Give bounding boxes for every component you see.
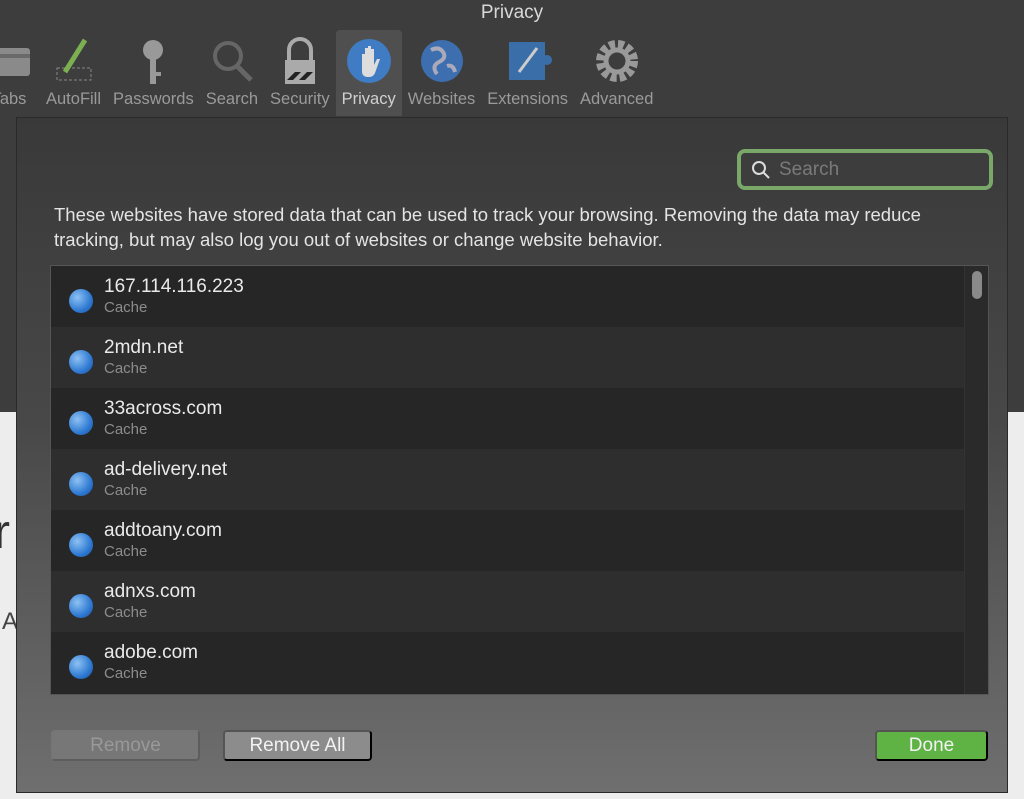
- window-title: Privacy: [480, 2, 544, 23]
- website-data-type: Cache: [104, 603, 148, 621]
- tab-label: Privacy: [341, 90, 396, 108]
- gear-icon: [595, 40, 638, 82]
- website-name: 2mdn.net: [104, 336, 184, 358]
- tab-privacy[interactable]: Privacy: [335, 30, 402, 116]
- globe-icon: [69, 532, 93, 557]
- globe-icon: [69, 288, 93, 313]
- website-row[interactable]: ad-delivery.net Cache: [51, 449, 964, 510]
- globe-icon: [69, 349, 93, 374]
- tab-extensions[interactable]: Extensions: [481, 30, 574, 116]
- website-data-type: Cache: [104, 664, 148, 682]
- tab-passwords[interactable]: Passwords: [107, 30, 200, 116]
- tab-advanced[interactable]: Advanced: [574, 30, 659, 116]
- globe-icon: [420, 40, 463, 82]
- remove-all-button[interactable]: Remove All: [223, 730, 372, 761]
- website-row[interactable]: adnxs.com Cache: [51, 571, 964, 632]
- website-data-type: Cache: [104, 481, 148, 499]
- website-data-type: Cache: [104, 298, 148, 316]
- tab-label: Security: [270, 90, 330, 108]
- tab-label: AutoFill: [46, 90, 102, 108]
- globe-icon: [69, 410, 93, 435]
- tab-security[interactable]: Security: [264, 30, 336, 116]
- website-name: adobe.com: [104, 641, 199, 663]
- search-field[interactable]: [737, 149, 993, 190]
- tab-search[interactable]: Search: [200, 30, 264, 116]
- website-list: 167.114.116.223 Cache 2mdn.net Cache 33acros…: [50, 265, 989, 695]
- website-data-type: Cache: [104, 420, 148, 438]
- tab-autofill[interactable]: AutoFill: [40, 30, 107, 116]
- website-row[interactable]: 2mdn.net Cache: [51, 327, 964, 388]
- tab-label: Advanced: [580, 90, 654, 108]
- tab-websites[interactable]: Websites: [402, 30, 482, 116]
- key-icon: [143, 40, 164, 84]
- website-data-type: Cache: [104, 542, 148, 560]
- website-name: 33across.com: [104, 397, 223, 419]
- website-row[interactable]: adobe.com Cache: [51, 632, 964, 693]
- website-data-type: Cache: [104, 359, 148, 377]
- website-name: adnxs.com: [104, 580, 196, 602]
- tab-label: Passwords: [113, 90, 194, 108]
- search-icon: [212, 41, 253, 82]
- tab-label: Extensions: [487, 90, 568, 108]
- tab-label: Tabs: [0, 90, 27, 108]
- description-text: These websites have stored data that can…: [54, 204, 921, 250]
- website-row[interactable]: 33across.com Cache: [51, 388, 964, 449]
- tab-label: Websites: [407, 90, 476, 108]
- globe-icon: [69, 471, 93, 496]
- website-name: ad-delivery.net: [104, 458, 228, 480]
- tab-tabs[interactable]: Tabs: [0, 30, 40, 116]
- search-input[interactable]: [779, 158, 979, 181]
- tabs-icon: [0, 48, 30, 76]
- website-name: 167.114.116.223: [104, 275, 244, 297]
- done-button[interactable]: Done: [875, 730, 988, 761]
- scrollbar[interactable]: [964, 266, 988, 694]
- background-text: r: [0, 506, 10, 559]
- website-data-sheet: These websites have stored data that can…: [16, 117, 1008, 793]
- tab-label: Search: [205, 90, 259, 108]
- lock-icon: [284, 37, 315, 84]
- website-name: addtoany.com: [104, 519, 222, 541]
- scrollbar-thumb[interactable]: [972, 271, 982, 299]
- pencil-icon: [56, 38, 92, 81]
- search-icon: [752, 160, 770, 179]
- preferences-toolbar: Tabs AutoFill Passwords Search Security …: [0, 30, 659, 116]
- hand-icon: [346, 39, 391, 83]
- website-row[interactable]: 167.114.116.223 Cache: [51, 266, 964, 327]
- website-row[interactable]: addtoany.com Cache: [51, 510, 964, 571]
- remove-button[interactable]: Remove: [51, 730, 200, 761]
- globe-icon: [69, 654, 93, 679]
- extensions-icon: [508, 42, 552, 80]
- globe-icon: [69, 593, 93, 618]
